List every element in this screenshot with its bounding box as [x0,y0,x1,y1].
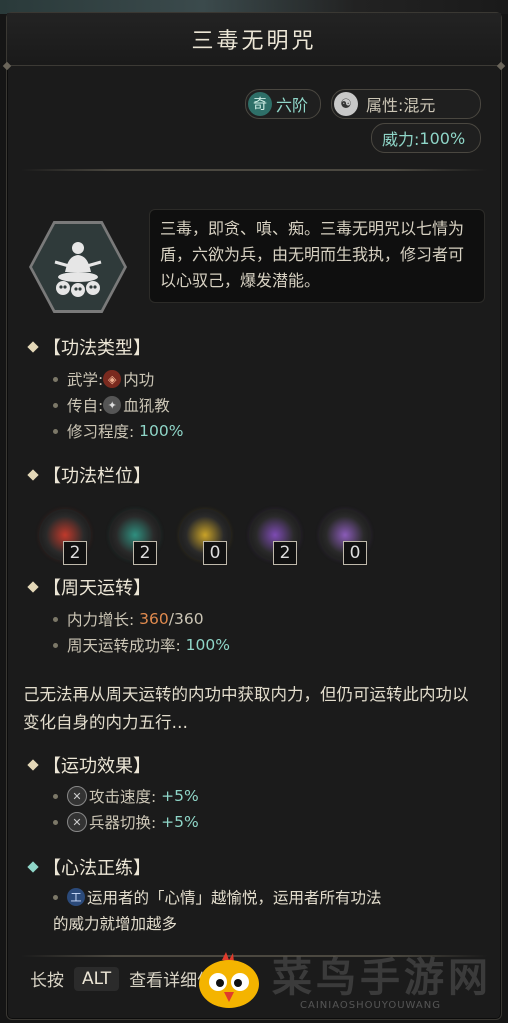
watermark-text: 菜鸟手游网 [272,955,492,1001]
switch-row: ✕ 兵器切换: +5% [53,810,199,834]
skill-description: 三毒，即贪、嗔、痴。三毒无明咒以七情为盾，六欲为兵，由无明而生我执，修习者可以心… [149,209,485,303]
skill-slot[interactable]: 0 [321,511,369,565]
section-header-slots: 【功法栏位】 [27,461,151,489]
power-value: 100% [419,128,466,148]
attribute-badge: ☯ 属性: 混元 [331,89,481,119]
cycle-note: 己无法再从周天运转的内功中获取内力，但仍可运转此内功以变化自身的内力五行… [23,685,469,732]
rarity-icon: 奇 [248,92,272,116]
skill-title: 三毒无明咒 [191,29,317,54]
meditation-skull-icon [54,242,102,297]
skill-slot[interactable]: 0 [181,511,229,565]
skill-icon-frame [29,221,127,313]
slot-count: 0 [343,541,367,565]
bird-mascot-icon [199,952,259,1008]
skill-slot[interactable]: 2 [251,511,299,565]
progress-row: 修习程度: 100% [53,419,184,443]
speed-row: ✕ 攻击速度: +5% [53,784,199,808]
power-badge: 威力: 100% [371,123,481,153]
sect-emblem-icon: ✦ [103,396,122,414]
tier-level: 六阶 [276,96,309,115]
heart-row-continued: 的威力就增加越多 [53,915,178,933]
source-row: 传自: ✦ 血犼教 [53,393,170,417]
yin-yang-icon: ☯ [334,92,358,116]
divider [21,169,487,171]
title-bar: 三毒无明咒 [2,13,506,71]
skill-slot[interactable]: 2 [41,511,89,565]
inner-power-icon: ◈ [103,370,122,388]
attribute-label: 属性: [366,96,404,115]
tier-badge: 奇 六阶 [245,89,321,119]
watermark-subtext: CAINIAOSHOUYOUWANG [300,1000,441,1011]
alt-key-hint[interactable]: ALT [74,966,120,991]
slot-count: 2 [63,541,87,565]
section-header-type: 【功法类型】 [27,333,151,361]
corner-ornament [2,61,12,71]
slot-count: 0 [203,541,227,565]
slot-count: 2 [273,541,297,565]
attribute-value: 混元 [403,96,436,115]
heart-row: 工 运用者的「心情」越愉悦，运用者所有功法 [53,885,382,909]
crossed-swords-icon: ✕ [67,786,87,806]
section-header-cycle: 【周天运转】 [27,573,151,601]
rate-row: 周天运转成功率: 100% [53,633,230,657]
corner-ornament [496,61,506,71]
skill-slot[interactable]: 2 [111,511,159,565]
martial-row: 武学: ◈ 内功 [53,367,154,391]
skill-tooltip-panel: 三毒无明咒 奇 六阶 ☯ 属性: 混元 威力: 100% 三毒，即贪、嗔、痴。三… [2,12,506,1020]
gain-row: 内力增长: 360/360 [53,607,204,631]
heart-method-icon: 工 [67,888,85,906]
section-header-effects: 【运功效果】 [27,751,151,779]
section-header-heart: 【心法正练】 [27,853,151,881]
power-label: 威力: [382,130,420,149]
slot-count: 2 [133,541,157,565]
crossed-swords-icon: ✕ [67,812,87,832]
